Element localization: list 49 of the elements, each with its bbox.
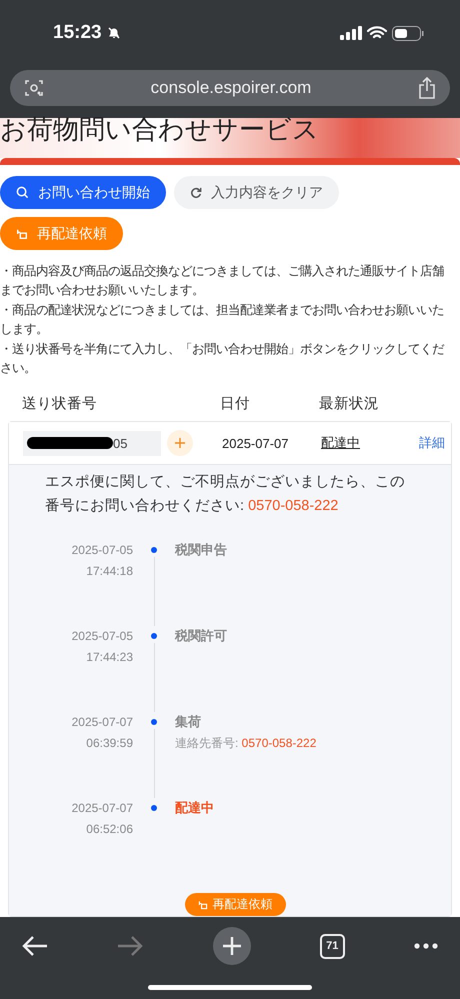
status-link[interactable]: 配達中	[321, 434, 360, 452]
event-time: 06:52:06	[86, 821, 133, 838]
back-arrow-icon[interactable]	[22, 935, 48, 957]
contact-number-text: 連絡先番号: 0570-058-222	[175, 735, 316, 752]
share-icon[interactable]	[418, 77, 436, 99]
tab-count-button[interactable]: 71	[320, 934, 345, 958]
timeline-dot	[151, 547, 157, 554]
clock-time: 15:23	[53, 22, 102, 44]
event-time: 06:39:59	[86, 735, 133, 752]
info-text: エスポ便に関して、ご不明点がございましたら、この番号にお問い合わせください: 0570-058-222	[45, 473, 406, 516]
signal-icon	[340, 26, 362, 40]
notice-text: ・商品の配達状況などにつきましては、担当配達業者までお問い合わせお願いいたします。	[0, 302, 445, 338]
action-button[interactable]: 入力内容をクリア	[174, 176, 339, 209]
event-date: 2025-07-07	[72, 800, 133, 818]
detail-link[interactable]: 詳細	[419, 434, 445, 452]
event-date: 2025-07-05	[72, 628, 133, 646]
camera-search-icon[interactable]	[24, 78, 44, 98]
event-time: 17:44:18	[86, 563, 133, 580]
page-title: お荷物問い合わせサービス	[0, 113, 320, 146]
address-bar[interactable]: console.espoirer.com	[10, 70, 450, 106]
column-header: 最新状況	[319, 394, 379, 414]
event-title: 税関許可	[175, 627, 227, 646]
event-date: 2025-07-07	[72, 714, 133, 732]
timeline-dot	[151, 719, 157, 726]
notice-text: ・商品内容及び商品の返品交換などにつきましては、ご購入された通販サイト店舗までお問い合わせお願いいたします。	[0, 263, 445, 300]
copy-icon	[198, 900, 208, 910]
timeline-dot	[151, 633, 157, 640]
tracking-number-field[interactable]: 05	[23, 430, 161, 456]
notice-text: ・送り状番号を半角にて入力し、「お問い合わせ開始」ボタンをクリックしてください。	[0, 340, 446, 378]
timeline-dot	[151, 805, 157, 812]
event-time: 17:44:23	[86, 649, 133, 666]
event-title: 配達中	[175, 799, 214, 818]
new-tab-button[interactable]	[212, 927, 250, 965]
column-header: 日付	[220, 395, 251, 414]
add-button[interactable]	[167, 430, 193, 456]
table-cell-text: 2025-07-07	[222, 436, 290, 451]
action-button[interactable]: お問い合わせ開始	[0, 176, 166, 209]
event-date: 2025-07-05	[72, 542, 133, 560]
copy-icon	[16, 228, 28, 240]
event-title: 集荷	[175, 713, 202, 732]
more-icon[interactable]	[414, 943, 438, 949]
wifi-icon	[367, 26, 387, 40]
column-header: 送り状番号	[22, 395, 98, 414]
refresh-icon	[190, 186, 202, 198]
event-title: 税関申告	[175, 541, 227, 560]
search-icon	[16, 186, 29, 199]
plus-icon	[174, 437, 186, 450]
plus-icon	[222, 936, 242, 956]
battery-icon	[392, 26, 424, 40]
